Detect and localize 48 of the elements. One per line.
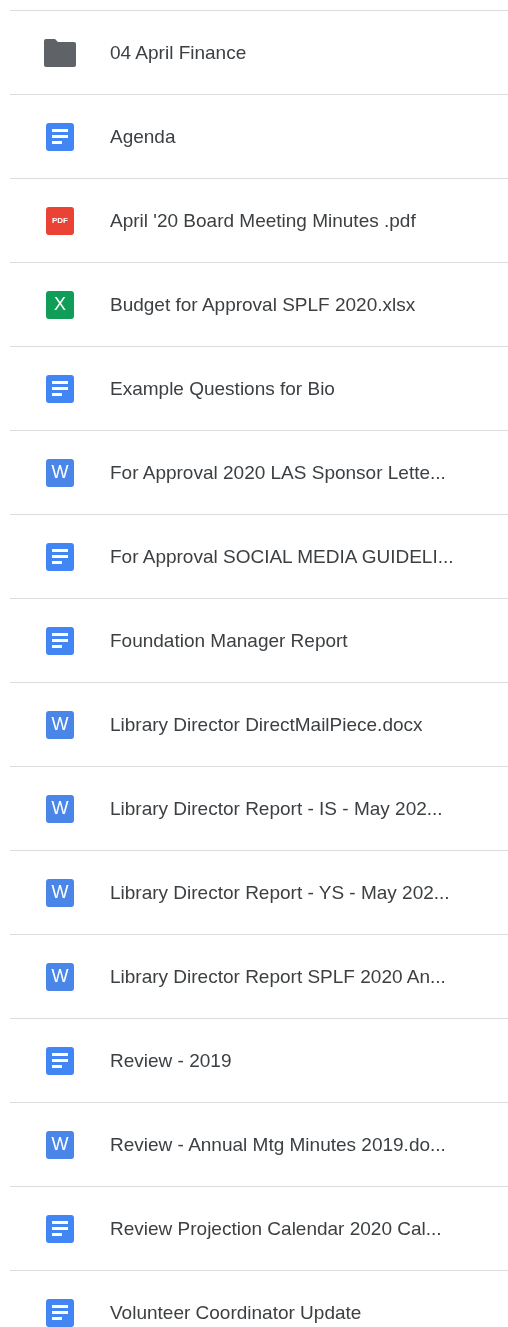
word-document-icon: W [46,710,74,739]
file-name: Agenda [110,125,176,148]
file-row[interactable]: Example Questions for Bio [10,346,508,430]
file-name: Example Questions for Bio [110,377,335,400]
file-name: Library Director Report - IS - May 202... [110,797,443,820]
file-name: April '20 Board Meeting Minutes .pdf [110,209,416,232]
file-row[interactable]: PDF April '20 Board Meeting Minutes .pdf [10,178,508,262]
file-name: Library Director Report SPLF 2020 An... [110,965,446,988]
file-row[interactable]: X Budget for Approval SPLF 2020.xlsx [10,262,508,346]
file-row[interactable]: W Library Director Report SPLF 2020 An... [10,934,508,1018]
document-icon [46,1046,74,1075]
word-document-icon: W [46,878,74,907]
file-name: 04 April Finance [110,41,247,64]
file-name: Library Director Report - YS - May 202... [110,881,450,904]
word-document-icon: W [46,1130,74,1159]
pdf-icon: PDF [46,206,74,235]
file-row[interactable]: Agenda [10,94,508,178]
spreadsheet-icon: X [46,290,74,319]
word-document-icon: W [46,458,74,487]
file-name: Review - 2019 [110,1049,232,1072]
file-name: For Approval 2020 LAS Sponsor Lette... [110,461,446,484]
file-row[interactable]: W For Approval 2020 LAS Sponsor Lette... [10,430,508,514]
file-row[interactable]: Volunteer Coordinator Update [10,1270,508,1327]
document-icon [46,542,74,571]
word-document-icon: W [46,794,74,823]
file-name: Review Projection Calendar 2020 Cal... [110,1217,442,1240]
word-document-icon: W [46,962,74,991]
file-row[interactable]: Review Projection Calendar 2020 Cal... [10,1186,508,1270]
file-row[interactable]: W Library Director DirectMailPiece.docx [10,682,508,766]
file-name: Review - Annual Mtg Minutes 2019.do... [110,1133,446,1156]
document-icon [46,374,74,403]
file-row[interactable]: W Library Director Report - YS - May 202... [10,850,508,934]
file-name: Volunteer Coordinator Update [110,1301,362,1324]
document-icon [46,122,74,151]
file-name: Library Director DirectMailPiece.docx [110,713,423,736]
file-name: Foundation Manager Report [110,629,348,652]
document-icon [46,1214,74,1243]
file-row[interactable]: 04 April Finance [10,10,508,94]
file-name: For Approval SOCIAL MEDIA GUIDELI... [110,545,454,568]
file-row[interactable]: Foundation Manager Report [10,598,508,682]
document-icon [46,1298,74,1327]
file-row[interactable]: W Library Director Report - IS - May 202... [10,766,508,850]
document-icon [46,626,74,655]
file-row[interactable]: W Review - Annual Mtg Minutes 2019.do... [10,1102,508,1186]
file-row[interactable]: Review - 2019 [10,1018,508,1102]
file-name: Budget for Approval SPLF 2020.xlsx [110,293,416,316]
file-row[interactable]: For Approval SOCIAL MEDIA GUIDELI... [10,514,508,598]
folder-icon [42,37,78,68]
